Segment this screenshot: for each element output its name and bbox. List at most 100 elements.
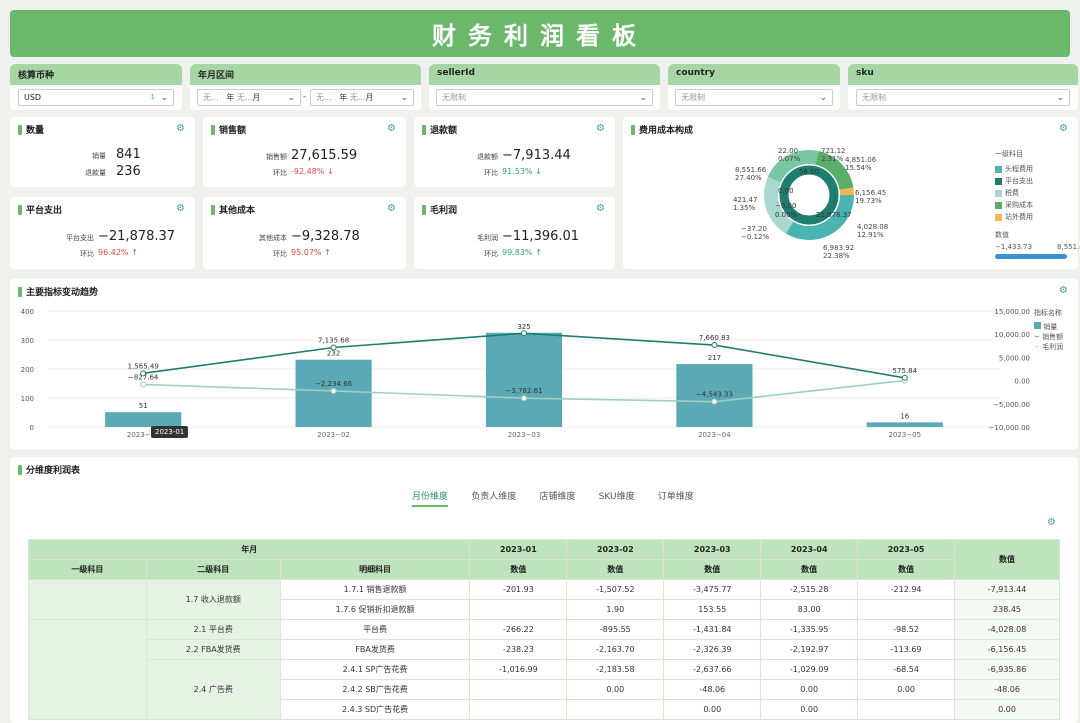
range-slider[interactable] (995, 254, 1067, 259)
legend-item[interactable]: 站外费用 (995, 212, 1080, 222)
cell-value: -238.23 (469, 639, 568, 660)
sales-label: 7,660.83 (699, 334, 730, 342)
legend-label: 销量 (1043, 323, 1058, 331)
settings-icon[interactable]: ⚙ (596, 203, 605, 214)
y-tick-right: −5,000.00 (993, 401, 1030, 409)
seller-select[interactable]: 无限制 ⌄ (436, 89, 653, 106)
bar-label: 217 (708, 354, 721, 362)
header-month[interactable]: 2023-02 (566, 539, 665, 560)
header-level2: 二级科目 (145, 559, 281, 580)
month-unit: 月 (252, 93, 261, 102)
card-title: 分维度利润表 (18, 463, 80, 476)
currency-select[interactable]: USD 1 ⌄ (18, 89, 174, 106)
kpi-compare-value: 99.83% ↑ (502, 248, 542, 257)
period-end-select[interactable]: 无... 年 无... 月 ⌄ (310, 89, 414, 106)
arrow-down-icon: ↓ (326, 167, 334, 176)
cell-level2: 2.4 广告费 (145, 659, 281, 720)
settings-icon[interactable]: ⚙ (176, 203, 185, 214)
period-start-select[interactable]: 无... 年 无... 月 ⌄ (197, 89, 301, 106)
sales-point (140, 370, 147, 377)
cell-value: -6,156.45 (954, 639, 1060, 660)
tab-sku[interactable]: SKU维度 (599, 492, 635, 502)
kpi-value: 841 (116, 147, 141, 162)
tab-owner[interactable]: 负责人维度 (471, 492, 516, 502)
title-accent (18, 464, 22, 475)
kpi-value: −9,328.78 (291, 229, 360, 244)
settings-icon[interactable]: ⚙ (387, 203, 396, 214)
bar-label: 232 (327, 350, 340, 358)
table-row[interactable]: 1.7 收入退款额 1.7.1 销售退款额 -201.93 -1,507.52 -3,4… (28, 579, 1060, 620)
legend-item-sales[interactable]: − 销售额 (1034, 332, 1063, 342)
legend-item-profit[interactable]: − 毛利润 (1034, 342, 1063, 352)
cell-value: -201.93 (469, 579, 568, 600)
cell-value: -2,183.58 (566, 659, 665, 680)
legend-item[interactable]: 采购成本 (995, 200, 1080, 210)
donut-label-value: 6,983.92 (823, 244, 855, 252)
arrow-up-icon: ↑ (535, 248, 542, 257)
table-row[interactable]: 2.4 广告费 2.4.1 SP广告花费 -1,016.99 -2,183.58 -2,… (29, 659, 1060, 720)
trend-chart: 400 300 200 100 0 15,000.00 10,000.00 5,000.00 0… (21, 308, 1031, 439)
arrow-up-icon: ↑ (324, 248, 331, 257)
kpi-label: 销售额 (266, 153, 287, 161)
kpi-title: 平台支出 (18, 203, 62, 216)
cell-value: -2,192.97 (760, 639, 859, 660)
y-tick-left: 300 (21, 337, 34, 345)
title-accent (18, 204, 22, 215)
year-unit: 年 (339, 93, 348, 102)
kpi-value: 236 (116, 164, 141, 179)
kpi-title-text: 毛利润 (430, 206, 458, 216)
donut-label-pct: 22.38% (823, 252, 850, 260)
legend-item[interactable]: 头程费用 (995, 164, 1080, 174)
header-month[interactable]: 2023-01 (469, 539, 568, 560)
header-year-month: 年月 (27, 539, 471, 560)
chevron-down-icon: ⌄ (160, 93, 168, 103)
settings-icon[interactable]: ⚙ (1047, 517, 1056, 528)
cell-value: 0.00 (857, 679, 956, 700)
tab-month[interactable]: 月份维度 (412, 492, 449, 507)
tab-store[interactable]: 店铺维度 (539, 492, 575, 502)
kpi-title: 其他成本 (211, 203, 255, 216)
donut-label-value: 4,028.08 (857, 223, 889, 231)
cell-level1 (28, 579, 147, 620)
header-value: 数值 (760, 559, 859, 580)
bar-label: 325 (517, 323, 530, 331)
country-select[interactable]: 无限制 ⌄ (675, 89, 833, 106)
kpi-title: 退款额 (422, 123, 457, 136)
donut-label-pct: 2.31% (821, 155, 844, 163)
period-separator: - (303, 92, 306, 101)
cell-value: -266.22 (469, 619, 568, 640)
chevron-down-icon: ⌄ (400, 93, 408, 103)
title-accent (211, 124, 215, 135)
header-month[interactable]: 2023-04 (760, 539, 859, 560)
legend-item[interactable]: 平台支出 (995, 176, 1080, 186)
legend-swatch (995, 165, 1002, 173)
cell-value: -1,016.99 (469, 659, 568, 680)
legend-swatch (995, 177, 1002, 185)
header-month[interactable]: 2023-03 (663, 539, 762, 560)
legend-item-qty[interactable]: 销量 (1034, 322, 1063, 332)
settings-icon[interactable]: ⚙ (176, 123, 185, 134)
header-total[interactable]: 数值 (954, 539, 1060, 580)
legend-item[interactable]: 税费 (995, 188, 1080, 198)
kpi-label: 平台支出 (66, 234, 94, 242)
donut-legend: 一级科目 头程费用 平台支出 税费 采购成本 站外费用 数值 −1,433.73 8,5… (995, 149, 1080, 259)
settings-icon[interactable]: ⚙ (596, 123, 605, 134)
year-unit: 年 (226, 93, 235, 102)
table-row[interactable]: 2.2 FBA发货费 FBA发货费 -238.23 -2,163.70 -2,326.3… (29, 639, 1060, 660)
cell-value: -4,028.08 (954, 619, 1060, 640)
y-tick-right: 10,000.00 (994, 331, 1030, 339)
start-year-value: 无... (203, 93, 219, 102)
tab-order[interactable]: 订单维度 (658, 492, 694, 502)
table-row[interactable]: 2.1 平台费 平台费 -266.22 -895.55 -1,431.84 -1,335.… (28, 619, 1060, 720)
cell-detail: FBA发货费 (279, 639, 471, 660)
header-month[interactable]: 2023-05 (857, 539, 956, 560)
cell-value (857, 599, 956, 620)
card-title-text: 分维度利润表 (26, 466, 81, 476)
sku-select[interactable]: 无限制 ⌄ (856, 89, 1070, 106)
donut-label-value: 4,851.06 (845, 156, 877, 164)
cell-level2: 2.2 FBA发货费 (145, 639, 281, 660)
filter-sku-label: sku (848, 64, 1078, 85)
donut-inner-label: 0.00 (778, 187, 794, 195)
y-tick-right: −10,000.00 (989, 424, 1031, 432)
settings-icon[interactable]: ⚙ (387, 123, 396, 134)
